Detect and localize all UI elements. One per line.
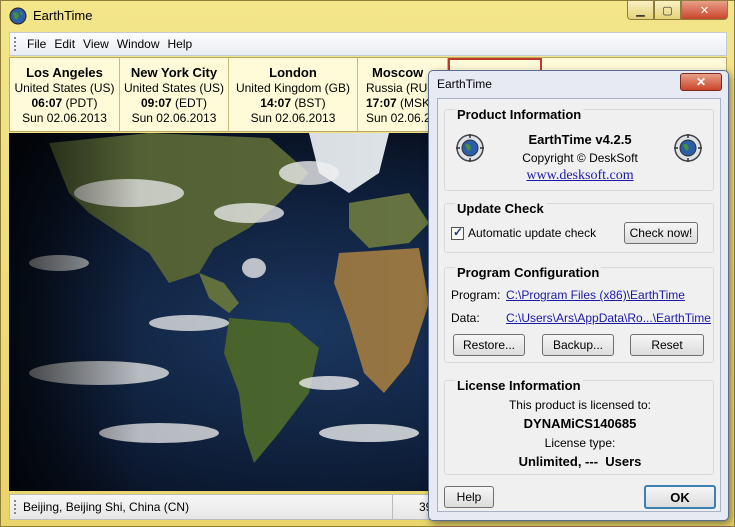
menu-file[interactable]: File	[23, 37, 50, 51]
title-bar[interactable]: EarthTime ▁ ▢ ✕	[1, 1, 734, 31]
city-clock-new-york[interactable]: New York City United States (US) 09:07 (…	[120, 58, 229, 131]
city-date: Sun 02.06.2013	[131, 111, 217, 125]
product-info-section: Product Information EarthTime v4.2.5 Cop…	[444, 107, 715, 191]
licensee-name: DYNAMiCS140685	[523, 416, 637, 431]
update-check-title: Update Check	[455, 201, 546, 216]
city-country: United Kingdom (GB)	[235, 81, 351, 95]
close-button[interactable]: ✕	[681, 1, 728, 20]
menu-bar: File Edit View Window Help	[9, 32, 727, 56]
city-name: London	[269, 65, 317, 80]
product-info-title: Product Information	[455, 107, 584, 122]
app-globe-icon	[9, 7, 27, 25]
dialog-title: EarthTime	[437, 77, 492, 91]
license-info-title: License Information	[455, 378, 583, 393]
auto-update-checkbox[interactable]: Automatic update check	[451, 225, 597, 240]
city-country: United States (US)	[14, 81, 115, 95]
licensed-to-label: This product is licensed to:	[508, 398, 652, 412]
program-path-link[interactable]: C:\Program Files (x86)\EarthTime	[506, 288, 685, 302]
window-title: EarthTime	[33, 8, 93, 23]
license-type-label: License type:	[544, 436, 616, 450]
dialog-body: Product Information EarthTime v4.2.5 Cop…	[437, 98, 721, 512]
menu-view[interactable]: View	[79, 37, 113, 51]
menu-edit[interactable]: Edit	[50, 37, 79, 51]
maximize-button[interactable]: ▢	[654, 1, 681, 20]
status-location: Beijing, Beijing Shi, China (CN)	[23, 500, 190, 514]
reset-button[interactable]: Reset	[630, 334, 704, 356]
website-link[interactable]: www.desksoft.com	[445, 168, 715, 184]
city-date: Sun 02.06.2013	[250, 111, 336, 125]
check-now-button[interactable]: Check now!	[624, 222, 698, 244]
city-time: 14:07 (BST)	[260, 96, 326, 110]
city-country: United States (US)	[123, 81, 225, 95]
dialog-close-button[interactable]: ✕	[680, 73, 722, 91]
minimize-icon: ▁	[636, 4, 645, 17]
auto-update-label: Automatic update check	[468, 226, 597, 240]
city-clock-london[interactable]: London United Kingdom (GB) 14:07 (BST) S…	[229, 58, 358, 131]
minimize-button[interactable]: ▁	[627, 1, 654, 20]
data-path-link[interactable]: C:\Users\Ars\AppData\Ro...\EarthTime	[506, 311, 711, 325]
help-button[interactable]: Help	[444, 486, 494, 508]
maximize-icon: ▢	[662, 4, 673, 17]
close-icon: ✕	[699, 4, 710, 17]
close-icon: ✕	[695, 75, 707, 89]
restore-button[interactable]: Restore...	[453, 334, 525, 356]
checkbox-checked-icon	[451, 225, 464, 240]
license-info-section: License Information This product is lice…	[444, 378, 714, 475]
menu-grip	[14, 37, 17, 51]
status-secondary: 39	[392, 495, 432, 519]
update-check-section: Update Check Automatic update check Chec…	[444, 201, 714, 253]
data-path-label: Data:	[451, 311, 480, 325]
city-clock-los-angeles[interactable]: Los Angeles United States (US) 06:07 (PD…	[10, 58, 120, 131]
menu-help[interactable]: Help	[164, 37, 197, 51]
status-grip	[14, 500, 17, 514]
menu-window[interactable]: Window	[113, 37, 164, 51]
city-time: 09:07 (EDT)	[140, 96, 208, 110]
product-copyright: Copyright © DeskSoft	[522, 151, 638, 165]
program-path-label: Program:	[451, 288, 501, 302]
license-type-value: Unlimited, --- Users	[518, 454, 642, 469]
backup-button[interactable]: Backup...	[542, 334, 614, 356]
window-controls: ▁ ▢ ✕	[627, 1, 728, 20]
program-config-section: Program Configuration Program: C:\Progra…	[444, 265, 714, 363]
city-time: 06:07 (PDT)	[31, 96, 98, 110]
program-config-title: Program Configuration	[455, 265, 602, 280]
city-name: Los Angeles	[26, 65, 103, 80]
ok-button[interactable]: OK	[644, 485, 716, 509]
city-date: Sun 02.06.2013	[22, 111, 107, 125]
about-dialog: EarthTime ✕ Product Information EarthTim…	[428, 70, 729, 521]
city-name: New York City	[130, 65, 218, 80]
product-name: EarthTime v4.2.5	[528, 132, 632, 147]
